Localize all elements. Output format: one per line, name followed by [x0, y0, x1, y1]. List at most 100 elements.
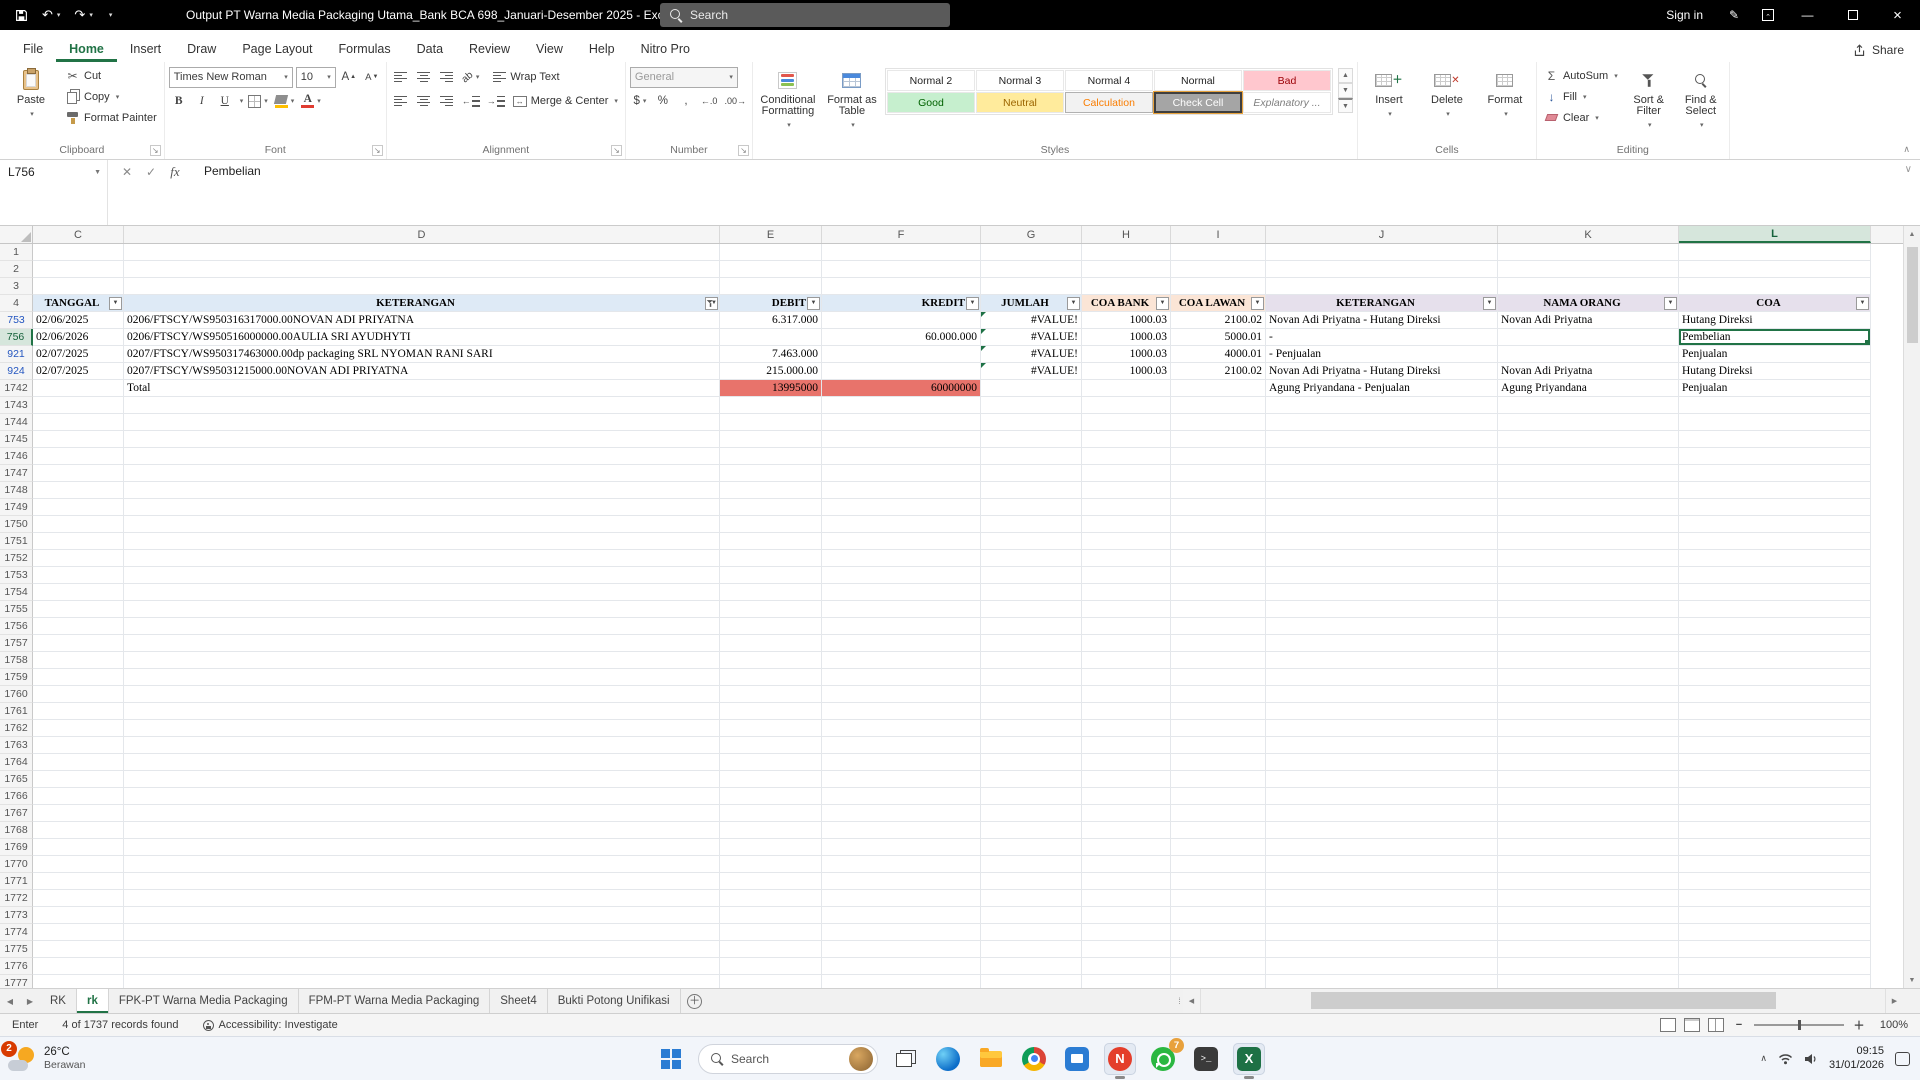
normal-view-button[interactable]	[1660, 1018, 1676, 1032]
ribbon-tab-data[interactable]: Data	[404, 34, 456, 62]
merge-center-button[interactable]: ↔ Merge & Center ▾	[510, 91, 621, 112]
row-header-1751[interactable]: 1751	[0, 533, 33, 550]
column-header-L[interactable]: L	[1679, 226, 1871, 243]
style-calculation[interactable]: Calculation	[1064, 92, 1153, 113]
start-button[interactable]	[655, 1043, 687, 1075]
zoom-out-button[interactable]: −	[1732, 1019, 1746, 1031]
cell-G753[interactable]: #VALUE!	[981, 312, 1082, 329]
cell-H1742[interactable]	[1082, 380, 1171, 397]
ribbon-tab-home[interactable]: Home	[56, 34, 117, 62]
new-sheet-button[interactable]: ＋	[681, 989, 709, 1013]
cell-C756[interactable]: 02/06/2026	[33, 329, 124, 346]
cell-H756[interactable]: 1000.03	[1082, 329, 1171, 346]
sheet-nav-right-arrow[interactable]: ▶	[20, 989, 40, 1013]
row-header-1768[interactable]: 1768	[0, 822, 33, 839]
sheet-nav-left-arrow[interactable]: ◀	[0, 989, 20, 1013]
row-header-1746[interactable]: 1746	[0, 448, 33, 465]
percent-style-button[interactable]: %	[653, 91, 673, 111]
row-header-1756[interactable]: 1756	[0, 618, 33, 635]
row-header-753[interactable]: 753	[0, 312, 33, 329]
cell-J756[interactable]: -	[1266, 329, 1498, 346]
share-button[interactable]: Share	[1853, 43, 1904, 57]
style-normal-4[interactable]: Normal 4	[1064, 70, 1153, 91]
ribbon-tab-review[interactable]: Review	[456, 34, 523, 62]
row-header-1775[interactable]: 1775	[0, 941, 33, 958]
cell-G924[interactable]: #VALUE!	[981, 363, 1082, 380]
cell-D1742[interactable]: Total	[124, 380, 720, 397]
scroll-left-arrow[interactable]: ◀	[1183, 989, 1200, 1013]
sheet-tab-2-fpk-pt-warna-media-packaging[interactable]: FPK-PT Warna Media Packaging	[109, 989, 299, 1013]
zoom-in-button[interactable]: ＋	[1852, 1017, 1866, 1033]
scroll-down-arrow[interactable]: ▼	[1904, 972, 1920, 988]
filter-button-F[interactable]: ▼	[966, 296, 979, 310]
undo-button[interactable]: ↶ ▾	[37, 2, 65, 28]
row-header-3[interactable]: 3	[0, 278, 33, 295]
row-header-924[interactable]: 924	[0, 363, 33, 380]
volume-icon[interactable]	[1804, 1053, 1818, 1065]
clock[interactable]: 09:15 31/01/2026	[1829, 1045, 1884, 1072]
fill-button[interactable]: ↓ Fill ▾	[1541, 86, 1621, 107]
save-button[interactable]	[10, 2, 33, 28]
zoom-level[interactable]: 100%	[1874, 1019, 1908, 1031]
decrease-indent-button[interactable]: ←	[460, 91, 482, 111]
vertical-scrollbar[interactable]: ▲ ▼	[1903, 226, 1920, 988]
insert-function-button[interactable]: fx	[164, 162, 186, 182]
ribbon-display-options-button[interactable]: ⌃	[1751, 0, 1785, 30]
row-header-1760[interactable]: 1760	[0, 686, 33, 703]
notification-center-icon[interactable]	[1895, 1051, 1910, 1066]
align-middle-button[interactable]	[414, 67, 434, 87]
cell-E1742[interactable]: 13995000	[720, 380, 822, 397]
cell-L753[interactable]: Hutang Direksi	[1679, 312, 1871, 329]
cell-I921[interactable]: 4000.01	[1171, 346, 1266, 363]
cell-D921[interactable]: 0207/FTSCY/WS950317463000.00dp packaging…	[124, 346, 720, 363]
cell-C1742[interactable]	[33, 380, 124, 397]
cell-K753[interactable]: Novan Adi Priyatna	[1498, 312, 1679, 329]
column-header-D[interactable]: D	[124, 226, 720, 243]
vertical-scroll-thumb[interactable]	[1906, 247, 1918, 343]
row-header-1759[interactable]: 1759	[0, 669, 33, 686]
decrease-decimal-button[interactable]: .00→	[722, 91, 748, 111]
ribbon-tab-formulas[interactable]: Formulas	[326, 34, 404, 62]
row-header-1749[interactable]: 1749	[0, 499, 33, 516]
scroll-up-arrow[interactable]: ▲	[1904, 226, 1920, 242]
file-explorer-app[interactable]	[975, 1043, 1007, 1075]
cell-C924[interactable]: 02/07/2025	[33, 363, 124, 380]
cell-H753[interactable]: 1000.03	[1082, 312, 1171, 329]
decrease-font-size-button[interactable]: A ▼	[362, 67, 382, 87]
nitro-app[interactable]: N	[1104, 1042, 1136, 1079]
row-header-1743[interactable]: 1743	[0, 397, 33, 414]
cell-J753[interactable]: Novan Adi Priyatna - Hutang Direksi	[1266, 312, 1498, 329]
align-center-button[interactable]	[414, 91, 434, 111]
select-all-corner[interactable]	[0, 226, 33, 243]
accounting-format-button[interactable]: $ ▾	[630, 91, 650, 111]
row-header-1770[interactable]: 1770	[0, 856, 33, 873]
cell-G921[interactable]: #VALUE!	[981, 346, 1082, 363]
row-header-1763[interactable]: 1763	[0, 737, 33, 754]
maximize-button[interactable]	[1830, 0, 1875, 30]
cell-C921[interactable]: 02/07/2025	[33, 346, 124, 363]
cell-F1742[interactable]: 60000000	[822, 380, 981, 397]
redo-button[interactable]: ↷ ▾	[69, 2, 97, 28]
cell-D753[interactable]: 0206/FTSCY/WS950316317000.00NOVAN ADI PR…	[124, 312, 720, 329]
zoom-slider[interactable]	[1754, 1020, 1844, 1030]
sheet-tab-5-bukti-potong-unifikasi[interactable]: Bukti Potong Unifikasi	[548, 989, 681, 1013]
sign-in-button[interactable]: Sign in	[1652, 8, 1717, 22]
gallery-down-button[interactable]: ▼	[1337, 83, 1353, 98]
row-header-1762[interactable]: 1762	[0, 720, 33, 737]
filter-button-C[interactable]: ▼	[109, 296, 122, 310]
row-header-1758[interactable]: 1758	[0, 652, 33, 669]
excel-app[interactable]: X	[1233, 1042, 1265, 1079]
formula-input[interactable]: Pembelian	[194, 160, 1920, 225]
sheet-tab-4-sheet4[interactable]: Sheet4	[490, 989, 548, 1013]
row-header-1777[interactable]: 1777	[0, 975, 33, 988]
row-header-2[interactable]: 2	[0, 261, 33, 278]
row-header-1748[interactable]: 1748	[0, 482, 33, 499]
cell-G1742[interactable]	[981, 380, 1082, 397]
column-header-K[interactable]: K	[1498, 226, 1679, 243]
row-header-1761[interactable]: 1761	[0, 703, 33, 720]
cell-H924[interactable]: 1000.03	[1082, 363, 1171, 380]
increase-indent-button[interactable]: →	[485, 91, 507, 111]
font-size-combo[interactable]: 10 ▾	[295, 66, 336, 88]
zoom-slider-thumb[interactable]	[1798, 1020, 1801, 1030]
borders-button[interactable]: ▾	[246, 91, 270, 111]
